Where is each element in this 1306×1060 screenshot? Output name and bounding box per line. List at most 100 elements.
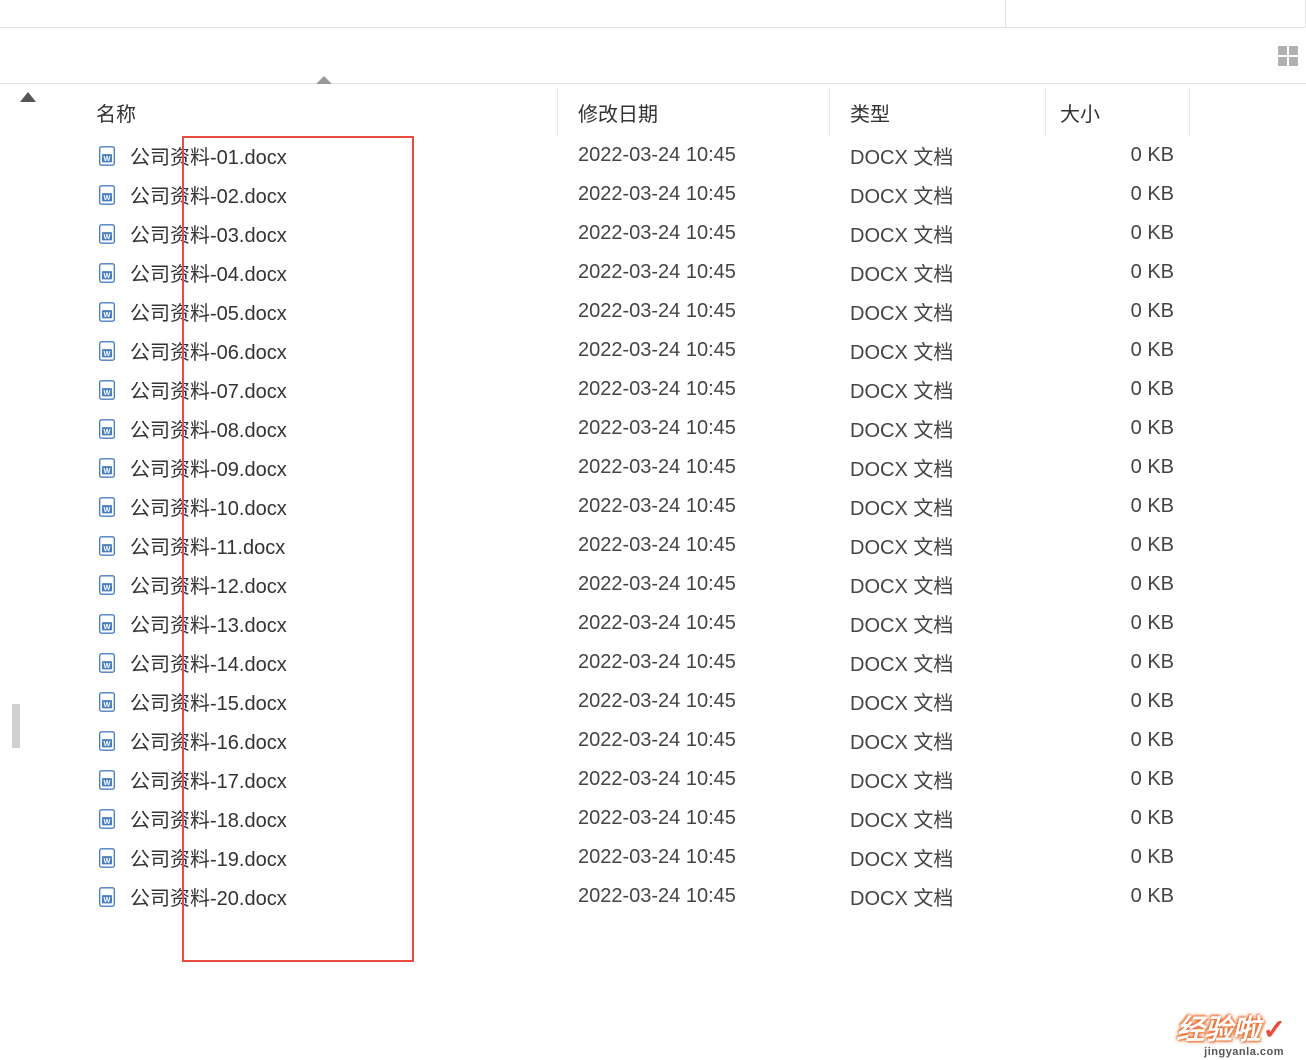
file-size: 0 KB [1046, 339, 1190, 362]
file-type: DOCX 文档 [830, 375, 1046, 404]
scrollbar-gutter [0, 84, 56, 1060]
file-date: 2022-03-24 10:45 [558, 222, 830, 245]
file-date: 2022-03-24 10:45 [558, 534, 830, 557]
file-date: 2022-03-24 10:45 [558, 690, 830, 713]
docx-file-icon: W [96, 301, 118, 323]
file-type: DOCX 文档 [830, 297, 1046, 326]
file-row[interactable]: W 公司资料-08.docx 2022-03-24 10:45 DOCX 文档 … [56, 409, 1306, 448]
file-size: 0 KB [1046, 261, 1190, 284]
file-row[interactable]: W 公司资料-07.docx 2022-03-24 10:45 DOCX 文档 … [56, 370, 1306, 409]
docx-file-icon: W [96, 613, 118, 635]
svg-text:W: W [104, 388, 111, 397]
file-type: DOCX 文档 [830, 804, 1046, 833]
file-row[interactable]: W 公司资料-16.docx 2022-03-24 10:45 DOCX 文档 … [56, 721, 1306, 760]
svg-text:W: W [104, 856, 111, 865]
file-list: 名称 修改日期 类型 大小 W 公司资料-01.docx 2022-03-24 … [56, 84, 1306, 1060]
svg-text:W: W [104, 154, 111, 163]
file-type: DOCX 文档 [830, 336, 1046, 365]
file-row[interactable]: W 公司资料-11.docx 2022-03-24 10:45 DOCX 文档 … [56, 526, 1306, 565]
docx-file-icon: W [96, 808, 118, 830]
file-row[interactable]: W 公司资料-13.docx 2022-03-24 10:45 DOCX 文档 … [56, 604, 1306, 643]
file-row[interactable]: W 公司资料-20.docx 2022-03-24 10:45 DOCX 文档 … [56, 877, 1306, 916]
file-date: 2022-03-24 10:45 [558, 768, 830, 791]
file-size: 0 KB [1046, 885, 1190, 908]
docx-file-icon: W [96, 886, 118, 908]
file-date: 2022-03-24 10:45 [558, 729, 830, 752]
file-name: 公司资料-20.docx [130, 882, 287, 911]
file-size: 0 KB [1046, 729, 1190, 752]
file-date: 2022-03-24 10:45 [558, 495, 830, 518]
file-name: 公司资料-06.docx [130, 336, 287, 365]
svg-text:W: W [104, 427, 111, 436]
checkmark-icon: ✓ [1263, 1013, 1286, 1046]
file-row[interactable]: W 公司资料-02.docx 2022-03-24 10:45 DOCX 文档 … [56, 175, 1306, 214]
svg-text:W: W [104, 895, 111, 904]
file-size: 0 KB [1046, 690, 1190, 713]
top-bar [0, 0, 1306, 28]
file-name: 公司资料-16.docx [130, 726, 287, 755]
docx-file-icon: W [96, 730, 118, 752]
file-date: 2022-03-24 10:45 [558, 300, 830, 323]
file-type: DOCX 文档 [830, 492, 1046, 521]
column-header-type[interactable]: 类型 [830, 88, 1046, 136]
svg-text:W: W [104, 778, 111, 787]
file-type: DOCX 文档 [830, 882, 1046, 911]
file-row[interactable]: W 公司资料-09.docx 2022-03-24 10:45 DOCX 文档 … [56, 448, 1306, 487]
file-row[interactable]: W 公司资料-04.docx 2022-03-24 10:45 DOCX 文档 … [56, 253, 1306, 292]
file-type: DOCX 文档 [830, 648, 1046, 677]
file-size: 0 KB [1046, 417, 1190, 440]
file-row[interactable]: W 公司资料-06.docx 2022-03-24 10:45 DOCX 文档 … [56, 331, 1306, 370]
svg-text:W: W [104, 466, 111, 475]
file-row[interactable]: W 公司资料-01.docx 2022-03-24 10:45 DOCX 文档 … [56, 136, 1306, 175]
file-row[interactable]: W 公司资料-15.docx 2022-03-24 10:45 DOCX 文档 … [56, 682, 1306, 721]
file-name: 公司资料-12.docx [130, 570, 287, 599]
file-date: 2022-03-24 10:45 [558, 144, 830, 167]
file-name: 公司资料-14.docx [130, 648, 287, 677]
docx-file-icon: W [96, 535, 118, 557]
file-row[interactable]: W 公司资料-14.docx 2022-03-24 10:45 DOCX 文档 … [56, 643, 1306, 682]
file-row[interactable]: W 公司资料-10.docx 2022-03-24 10:45 DOCX 文档 … [56, 487, 1306, 526]
file-date: 2022-03-24 10:45 [558, 261, 830, 284]
svg-text:W: W [104, 193, 111, 202]
file-date: 2022-03-24 10:45 [558, 612, 830, 635]
file-type: DOCX 文档 [830, 726, 1046, 755]
column-header-name[interactable]: 名称 [56, 88, 558, 136]
file-type: DOCX 文档 [830, 180, 1046, 209]
file-row[interactable]: W 公司资料-03.docx 2022-03-24 10:45 DOCX 文档 … [56, 214, 1306, 253]
file-size: 0 KB [1046, 807, 1190, 830]
file-size: 0 KB [1046, 768, 1190, 791]
scroll-up-icon[interactable] [20, 92, 36, 102]
sort-ascending-icon [316, 76, 332, 84]
column-header-size[interactable]: 大小 [1046, 88, 1190, 136]
view-mode-icon[interactable] [1278, 46, 1298, 66]
svg-text:W: W [104, 661, 111, 670]
file-row[interactable]: W 公司资料-19.docx 2022-03-24 10:45 DOCX 文档 … [56, 838, 1306, 877]
docx-file-icon: W [96, 496, 118, 518]
file-size: 0 KB [1046, 846, 1190, 869]
watermark: 经验啦 ✓ [1177, 1008, 1286, 1048]
docx-file-icon: W [96, 262, 118, 284]
file-row[interactable]: W 公司资料-12.docx 2022-03-24 10:45 DOCX 文档 … [56, 565, 1306, 604]
file-row[interactable]: W 公司资料-18.docx 2022-03-24 10:45 DOCX 文档 … [56, 799, 1306, 838]
svg-text:W: W [104, 622, 111, 631]
file-name: 公司资料-13.docx [130, 609, 287, 638]
file-type: DOCX 文档 [830, 843, 1046, 872]
file-date: 2022-03-24 10:45 [558, 573, 830, 596]
column-header-date[interactable]: 修改日期 [558, 88, 830, 136]
file-name: 公司资料-04.docx [130, 258, 287, 287]
docx-file-icon: W [96, 457, 118, 479]
file-date: 2022-03-24 10:45 [558, 183, 830, 206]
file-size: 0 KB [1046, 534, 1190, 557]
file-date: 2022-03-24 10:45 [558, 846, 830, 869]
file-date: 2022-03-24 10:45 [558, 651, 830, 674]
file-name: 公司资料-15.docx [130, 687, 287, 716]
file-name: 公司资料-01.docx [130, 141, 287, 170]
file-row[interactable]: W 公司资料-17.docx 2022-03-24 10:45 DOCX 文档 … [56, 760, 1306, 799]
file-date: 2022-03-24 10:45 [558, 417, 830, 440]
svg-text:W: W [104, 544, 111, 553]
file-type: DOCX 文档 [830, 531, 1046, 560]
file-name: 公司资料-10.docx [130, 492, 287, 521]
file-row[interactable]: W 公司资料-05.docx 2022-03-24 10:45 DOCX 文档 … [56, 292, 1306, 331]
file-type: DOCX 文档 [830, 258, 1046, 287]
docx-file-icon: W [96, 769, 118, 791]
